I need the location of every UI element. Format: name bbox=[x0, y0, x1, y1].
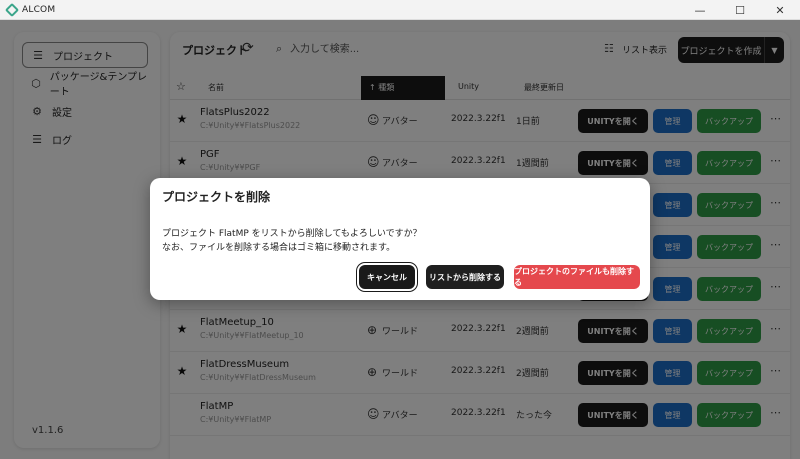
dialog-title: プロジェクトを削除 bbox=[162, 190, 271, 204]
remove-from-list-button[interactable]: リストから削除する bbox=[426, 265, 504, 289]
dialog-message-line2: なお、ファイルを削除する場合はゴミ箱に移動されます。 bbox=[162, 243, 396, 253]
app-logo-icon bbox=[4, 2, 20, 17]
window-title: ALCOM bbox=[22, 4, 56, 15]
close-button[interactable]: ✕ bbox=[760, 0, 800, 20]
cancel-button[interactable]: キャンセル bbox=[359, 265, 415, 289]
delete-project-dialog: プロジェクトを削除 プロジェクト FlatMP をリストから削除してもよろしいで… bbox=[150, 178, 650, 300]
minimize-button[interactable]: — bbox=[680, 0, 720, 20]
window-controls: — ☐ ✕ bbox=[680, 0, 800, 20]
dialog-message-line1: プロジェクト FlatMP をリストから削除してもよろしいですか？ bbox=[162, 229, 422, 239]
maximize-button[interactable]: ☐ bbox=[720, 0, 760, 20]
window-titlebar: ALCOM — ☐ ✕ bbox=[0, 0, 800, 20]
delete-project-files-button[interactable]: プロジェクトのファイルも削除する bbox=[514, 265, 640, 289]
